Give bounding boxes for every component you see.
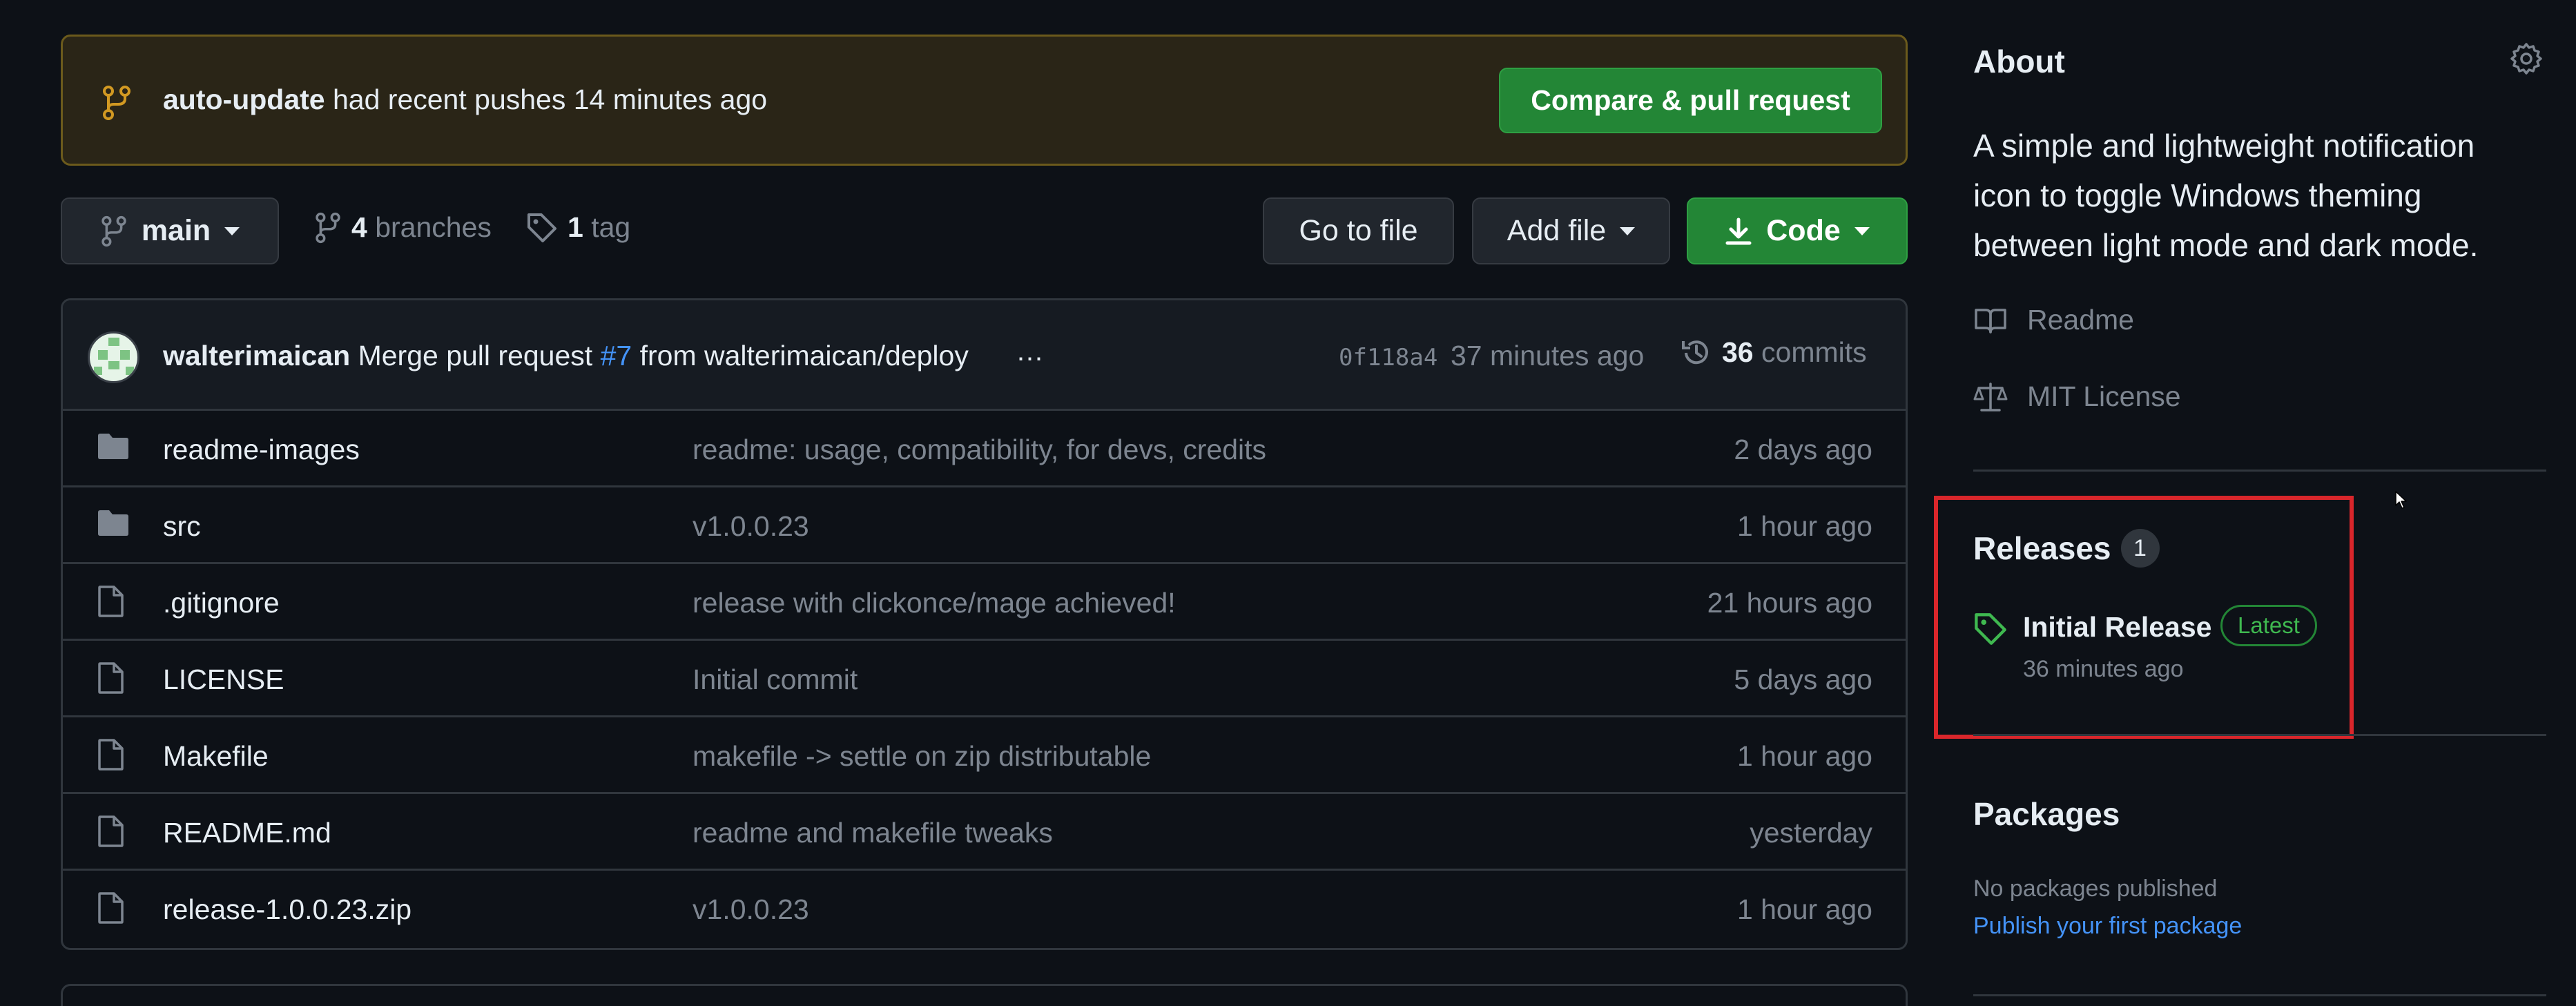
- file-commit-time: yesterday: [1750, 817, 1872, 849]
- file-commit-message-link[interactable]: v1.0.0.23: [693, 893, 809, 926]
- expand-commit-message-button[interactable]: …: [1016, 335, 1044, 367]
- commits-history-link[interactable]: 36 commits: [1681, 336, 1867, 369]
- tags-label: tag: [591, 211, 631, 243]
- file-name-link[interactable]: src: [163, 510, 201, 543]
- file-commit-time: 1 hour ago: [1736, 740, 1872, 772]
- license-label: MIT License: [2027, 380, 2181, 412]
- file-row[interactable]: Makefile makefile -> settle on zip distri…: [63, 717, 1906, 794]
- banner-message-suffix: had recent pushes 14 minutes ago: [333, 84, 768, 115]
- tags-link[interactable]: 1 tag: [526, 211, 630, 244]
- branch-selector-button[interactable]: main: [61, 197, 279, 264]
- file-icon: [96, 738, 125, 771]
- commit-sha[interactable]: 0f118a4: [1339, 344, 1437, 371]
- commits-label: commits: [1761, 336, 1867, 368]
- tags-count: 1: [568, 211, 583, 243]
- file-row[interactable]: release-1.0.0.23.zip v1.0.0.23 1 hour ago: [63, 871, 1906, 947]
- packages-heading[interactable]: Packages: [1973, 795, 2120, 833]
- file-row[interactable]: LICENSE Initial commit 5 days ago: [63, 641, 1906, 717]
- chevron-down-icon: [224, 226, 240, 235]
- no-packages-text: No packages published: [1973, 876, 2218, 902]
- file-name-link[interactable]: release-1.0.0.23.zip: [163, 893, 411, 926]
- file-commit-message-link[interactable]: makefile -> settle on zip distributable: [693, 740, 1151, 773]
- chevron-down-icon: [1620, 226, 1636, 235]
- gear-icon[interactable]: [2509, 41, 2544, 76]
- file-name-link[interactable]: Makefile: [163, 740, 269, 773]
- commits-count: 36: [1722, 336, 1754, 368]
- file-row[interactable]: .gitignore release with clickonce/mage ac…: [63, 564, 1906, 641]
- sidebar-divider: [1973, 470, 2546, 472]
- file-commit-time: 2 days ago: [1734, 434, 1872, 465]
- readme-label: Readme: [2027, 304, 2134, 336]
- git-branch-icon: [314, 212, 342, 244]
- code-button[interactable]: Code: [1687, 197, 1908, 264]
- code-label: Code: [1766, 214, 1841, 247]
- repo-description: A simple and lightweight notification ic…: [1973, 128, 2479, 263]
- file-name-link[interactable]: readme-images: [163, 434, 360, 466]
- branches-count: 4: [351, 211, 367, 243]
- tag-icon: [526, 212, 558, 244]
- file-commit-time: 1 hour ago: [1736, 510, 1872, 542]
- file-row[interactable]: readme-images readme: usage, compatibilit…: [63, 411, 1906, 487]
- law-scale-icon: [1973, 381, 2008, 413]
- branch-name: main: [141, 214, 211, 247]
- file-icon: [96, 891, 125, 925]
- add-file-button[interactable]: Add file: [1472, 197, 1670, 264]
- sidebar-divider: [1973, 734, 2546, 736]
- file-commit-message-link[interactable]: Initial commit: [693, 664, 858, 696]
- file-name-link[interactable]: .gitignore: [163, 587, 280, 619]
- file-commit-message-link[interactable]: readme and makefile tweaks: [693, 817, 1053, 849]
- git-branch-icon: [101, 85, 132, 121]
- compare-pull-request-button[interactable]: Compare & pull request: [1499, 68, 1882, 133]
- branches-link[interactable]: 4 branches: [314, 211, 492, 244]
- file-name-link[interactable]: LICENSE: [163, 664, 284, 696]
- file-row[interactable]: README.md readme and makefile tweaks yeste…: [63, 794, 1906, 871]
- releases-highlight-box: [1934, 496, 2354, 739]
- publish-package-link[interactable]: Publish your first package: [1973, 913, 2242, 940]
- go-to-file-button[interactable]: Go to file: [1263, 197, 1454, 264]
- commit-message-prefix[interactable]: Merge pull request: [358, 340, 593, 371]
- commit-author[interactable]: walterimaican: [163, 340, 350, 371]
- folder-icon: [96, 508, 130, 537]
- readme-box: [61, 984, 1908, 1006]
- file-icon: [96, 815, 125, 848]
- sidebar-divider: [1973, 994, 2546, 996]
- add-file-label: Add file: [1507, 214, 1607, 247]
- pull-request-link[interactable]: #7: [601, 340, 632, 371]
- avatar[interactable]: [88, 331, 139, 383]
- commit-time: 37 minutes ago: [1451, 340, 1645, 371]
- license-link[interactable]: MIT License: [1973, 380, 2181, 413]
- folder-icon: [96, 432, 130, 461]
- file-row[interactable]: src v1.0.0.23 1 hour ago: [63, 487, 1906, 564]
- commit-message: walterimaican Merge pull request #7 from…: [163, 340, 969, 372]
- file-commit-message-link[interactable]: v1.0.0.23: [693, 510, 809, 543]
- git-branch-icon: [100, 215, 128, 247]
- file-commit-message-link[interactable]: readme: usage, compatibility, for devs, …: [693, 434, 1266, 466]
- book-icon: [1973, 306, 2008, 335]
- commit-message-suffix[interactable]: from walterimaican/deploy: [640, 340, 969, 371]
- chevron-down-icon: [1854, 226, 1870, 235]
- history-icon: [1681, 337, 1712, 369]
- file-list: walterimaican Merge pull request #7 from…: [61, 298, 1908, 950]
- file-commit-time: 5 days ago: [1734, 664, 1872, 695]
- banner-message: auto-update had recent pushes 14 minutes…: [163, 84, 767, 116]
- recent-pushes-banner: auto-update had recent pushes 14 minutes…: [61, 35, 1908, 166]
- about-heading: About: [1973, 43, 2065, 79]
- latest-commit-row: walterimaican Merge pull request #7 from…: [63, 300, 1906, 411]
- branches-label: branches: [375, 211, 492, 243]
- file-commit-time: 21 hours ago: [1707, 587, 1872, 619]
- file-icon: [96, 585, 125, 618]
- banner-branch-link[interactable]: auto-update: [163, 84, 325, 115]
- download-icon: [1725, 217, 1752, 246]
- file-commit-message-link[interactable]: release with clickonce/mage achieved!: [693, 587, 1176, 619]
- file-name-link[interactable]: README.md: [163, 817, 331, 849]
- mouse-cursor-icon: [2394, 490, 2407, 510]
- readme-link[interactable]: Readme: [1973, 304, 2134, 336]
- file-commit-time: 1 hour ago: [1736, 893, 1872, 925]
- file-icon: [96, 661, 125, 695]
